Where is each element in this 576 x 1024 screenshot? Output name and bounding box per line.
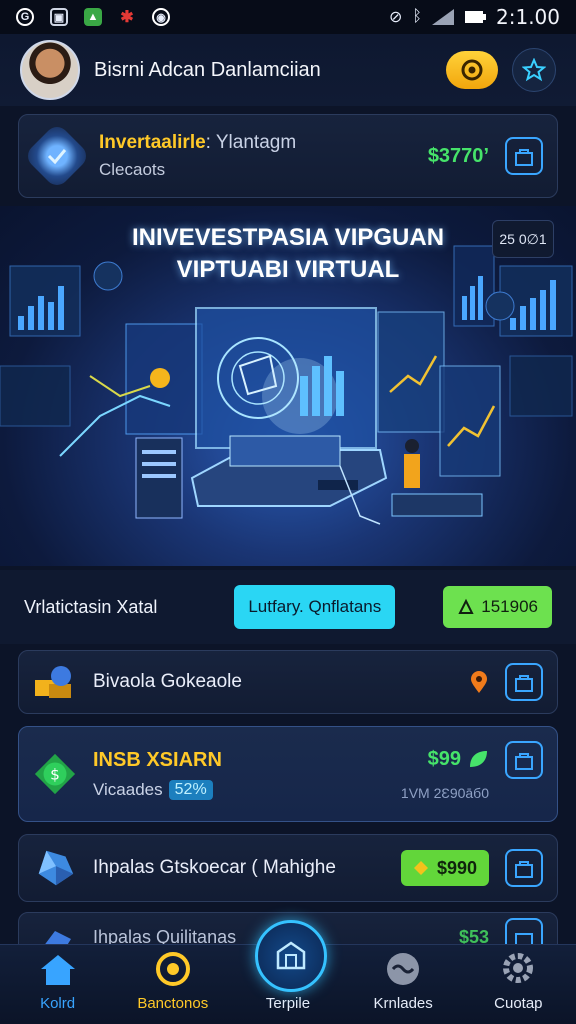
summary-label: Vrlatictasin Xatal — [24, 596, 158, 617]
avatar[interactable] — [20, 40, 80, 100]
favorites-button[interactable] — [512, 48, 556, 92]
list-item-featured[interactable]: $ INSB XSIARN Vicaades 52% $99 1VM 2Ɛ90āб… — [18, 726, 558, 822]
portfolio-icon — [276, 941, 306, 970]
exchange-icon — [155, 952, 190, 986]
list-item-title: Ihpalas Gtskoecar ( Mahighe — [93, 857, 336, 878]
list-item-title: Bivaola Gokeaole — [93, 671, 242, 692]
svg-text:$: $ — [50, 766, 60, 784]
coin-stack-icon — [458, 598, 474, 614]
photo-icon: ▲ — [84, 8, 102, 26]
star-icon — [522, 58, 546, 82]
list-item[interactable]: Bivaola Gokeaole — [18, 650, 558, 714]
nav-label: Terpile — [265, 995, 311, 1012]
clock: 2:1.00 — [496, 5, 560, 29]
nav-label: Banctonos — [137, 995, 209, 1012]
chat-icon — [387, 953, 420, 985]
investment-card[interactable]: Invertaalirle: Ylantagm Clecaots $3770’ — [18, 114, 558, 198]
settings-gear-icon — [503, 953, 534, 983]
leaf-icon — [470, 751, 487, 767]
hero-banner: INIVEVESTPASIA VIPGUAN VIPTUABI VIRTUAL … — [0, 206, 576, 566]
location-pin-icon[interactable] — [469, 670, 489, 694]
list-item-title: INSB XSIARN — [93, 748, 222, 771]
app-header: Bisrni Adcan Danlamciian — [0, 34, 576, 106]
gold-bars-icon — [33, 660, 77, 704]
list-item-note: 1VM 2Ɛ90āб0 — [400, 784, 489, 801]
banner-title: INIVEVESTPASIA VIPGUAN VIPTUABI VIRTUAL — [131, 224, 445, 283]
coin-icon — [461, 59, 483, 81]
gallery-icon: ▣ — [50, 8, 68, 26]
summary-cyan-button[interactable]: Lutfary. Qnflatans — [234, 585, 396, 629]
nav-label: Cuotap — [494, 995, 543, 1012]
summary-green-button[interactable]: 151906 — [443, 586, 552, 628]
user-name: Bisrni Adcan Danlamciian — [94, 58, 321, 81]
app-icon: ✱ — [120, 9, 134, 26]
signal-icon — [432, 9, 454, 25]
list-item[interactable]: Ihpalas Gtskoecar ( Mahighe $990 — [18, 834, 558, 902]
home-icon — [40, 955, 75, 985]
portfolio-badge-icon — [23, 122, 91, 190]
banner-badge[interactable]: 25 0∅1 — [492, 220, 554, 258]
diamond-icon — [33, 846, 77, 890]
list-item-action-button[interactable] — [505, 741, 543, 779]
list-item-subtitle: Vicaades 52% — [93, 779, 222, 800]
bag-icon — [515, 149, 533, 166]
bag-icon — [515, 861, 533, 878]
bag-icon — [515, 675, 533, 692]
nav-label: Kolrd — [40, 995, 76, 1012]
bluetooth-icon: ᛒ — [412, 8, 422, 25]
list-item-action-button[interactable] — [505, 849, 543, 887]
investment-subtitle: Clecaots — [99, 160, 166, 179]
list-item-amount-pill[interactable]: $990 — [400, 850, 489, 886]
battery-icon — [465, 11, 486, 23]
status-bar: G ▣ ▲ ✱ ◉ ⊘ ᛒ 2:1.00 — [0, 0, 576, 34]
list-item-amount: $99 — [428, 748, 489, 771]
percent-badge: 52% — [168, 779, 213, 800]
dollar-coin-icon: $ — [33, 752, 77, 796]
investment-amount: $3770’ — [427, 144, 489, 167]
summary-bar: Vrlatictasin Xatal Lutfary. Qnflatans 15… — [0, 570, 576, 644]
nav-item-settings[interactable]: Cuotap — [468, 949, 568, 1012]
bag-icon — [515, 753, 533, 770]
investment-title: Invertaalirle: Ylantagm — [99, 132, 297, 153]
investment-action-button[interactable] — [505, 137, 543, 175]
nav-label: Krnlades — [373, 995, 433, 1012]
mute-icon: ⊘ — [388, 9, 403, 26]
nav-item-chat[interactable]: Krnlades — [353, 951, 453, 1012]
coin-button[interactable] — [446, 51, 498, 89]
camera-icon: ◉ — [152, 8, 170, 26]
nav-item-home[interactable]: Kolrd — [8, 953, 108, 1012]
nav-item-exchange[interactable]: Banctonos — [123, 951, 223, 1012]
browser-icon: G — [16, 8, 34, 26]
center-portfolio-button[interactable] — [255, 920, 327, 992]
gem-icon — [413, 861, 428, 875]
list-item-action-button[interactable] — [505, 663, 543, 701]
